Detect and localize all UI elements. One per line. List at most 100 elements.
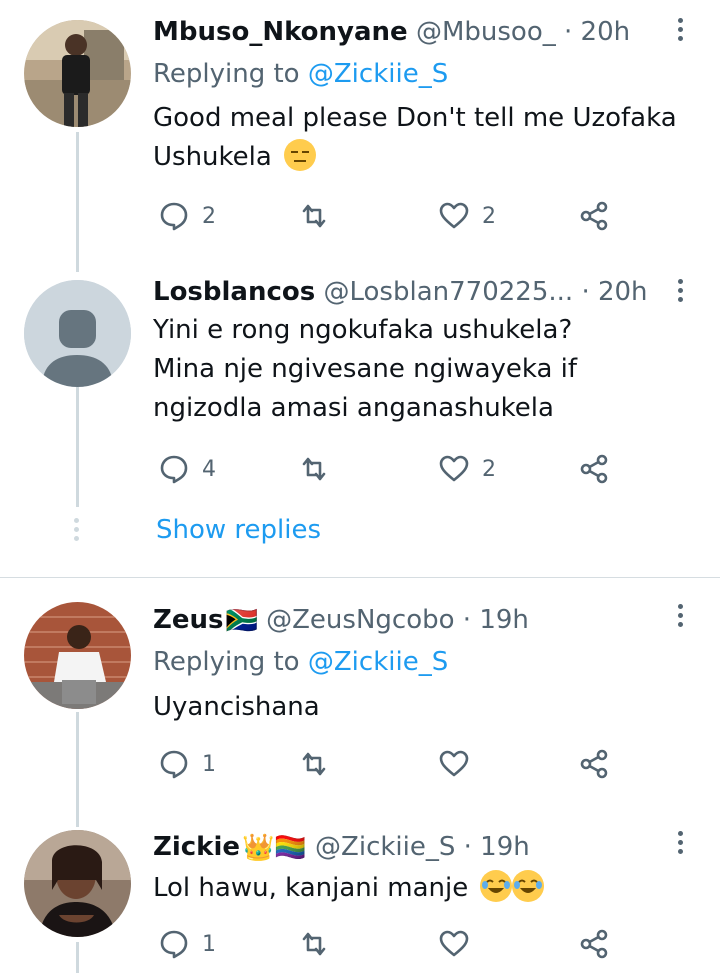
reply-button[interactable]: 1 [158,924,216,964]
reply-count: 2 [202,203,216,229]
retweet-icon [302,752,326,776]
tweet-text-line: Yini e rong ngokufaka ushukela? [153,315,573,345]
separator-dot: · [462,605,472,635]
tweet-actions: 2 2 [150,196,630,236]
reply-count: 1 [202,931,216,957]
reply-icon [160,455,188,484]
share-icon [580,749,608,779]
crown-rainbow-flag-icon: 👑🏳️‍🌈 [242,832,307,863]
separator-dot: · [564,17,573,47]
tweet-text-line: ngizodla amasi anganashukela [153,393,554,423]
reply-button[interactable]: 1 [158,744,216,784]
separator-dot: · [463,832,472,862]
tweet-header: Zeus🇿🇦 @ZeusNgcobo · 19h [153,600,660,640]
replying-to-label: Replying to [153,647,300,677]
reply-icon [160,202,188,231]
tweet-2[interactable]: Losblancos @Losblan770225... · 20h Yini … [0,265,720,575]
retweet-button[interactable] [298,744,342,784]
laughing-tears-emoji-icon [512,870,545,902]
avatar[interactable] [24,830,131,937]
tweet-actions: 1 [150,924,630,964]
avatar[interactable] [24,602,131,709]
tweet-1[interactable]: Mbuso_Nkonyane @Mbusoo_ · 20h Replying t… [0,0,720,272]
tweet-text: Yini e rong ngokufaka ushukela? Mina nje… [153,311,690,428]
timestamp[interactable]: 20h [598,277,648,307]
tweet-header: Mbuso_Nkonyane @Mbusoo_ · 20h [153,12,660,52]
like-count: 2 [482,203,496,229]
replying-to-label: Replying to [153,59,300,89]
like-button[interactable] [438,744,482,784]
like-button[interactable]: 2 [438,196,496,236]
retweet-button[interactable] [298,924,342,964]
like-button[interactable] [438,924,482,964]
thread-line [76,387,79,507]
more-options-icon[interactable] [676,279,684,309]
thread-continuation-dots [74,518,80,545]
tweet-actions: 4 2 [150,449,630,489]
tweet-text-line: Ushukela [153,142,272,172]
share-icon [580,929,608,959]
user-handle[interactable]: @ZeusNgcobo [266,605,454,635]
retweet-icon [302,204,326,228]
show-replies-link[interactable]: Show replies [156,510,321,550]
display-name[interactable]: Zeus [153,605,223,635]
tweet-4[interactable]: Zickie👑🏳️‍🌈 @Zickiie_S · 19h Lol hawu, k… [0,817,720,973]
like-button[interactable]: 2 [438,449,496,489]
display-name[interactable]: Losblancos [153,277,315,307]
like-count: 2 [482,456,496,482]
timestamp[interactable]: 20h [581,17,631,47]
user-handle[interactable]: @Losblan770225... [324,277,574,307]
reply-count: 1 [202,751,216,777]
mention-link[interactable]: @Zickiie_S [308,59,448,89]
thread-line [76,942,79,973]
share-button[interactable] [578,744,610,784]
timestamp[interactable]: 19h [480,832,530,862]
share-icon [580,454,608,484]
more-options-icon[interactable] [676,18,684,48]
tweet-text: Uyancishana [153,688,690,727]
avatar-default[interactable] [24,280,131,387]
more-options-icon[interactable] [676,831,684,861]
reply-icon [160,750,188,779]
tweet-actions: 1 [150,744,630,784]
share-button[interactable] [578,924,610,964]
tweet-header: Losblancos @Losblan770225... · 20h [153,272,660,312]
tweet-text: Lol hawu, kanjani manje [153,869,690,908]
user-handle[interactable]: @Zickiie_S [315,832,455,862]
expressionless-face-emoji-icon [284,139,317,171]
retweet-icon [302,932,326,956]
tweet-text-line: Lol hawu, kanjani manje [153,873,469,903]
mention-link[interactable]: @Zickiie_S [308,647,448,677]
replying-to: Replying to @Zickiie_S [153,642,448,682]
thread-line [76,712,79,827]
thread-divider [0,577,720,578]
heart-icon [439,455,469,482]
tweet-text-line: Mina nje ngivesane ngiwayeka if [153,354,578,384]
reply-button[interactable]: 2 [158,196,216,236]
timestamp[interactable]: 19h [479,605,529,635]
display-name[interactable]: Mbuso_Nkonyane [153,17,408,47]
laughing-tears-emoji-icon [480,870,513,902]
retweet-button[interactable] [298,196,342,236]
retweet-button[interactable] [298,449,342,489]
reply-button[interactable]: 4 [158,449,216,489]
display-name[interactable]: Zickie [153,832,240,862]
tweet-3[interactable]: Zeus🇿🇦 @ZeusNgcobo · 19h Replying to @Zi… [0,590,720,827]
heart-icon [439,750,469,777]
share-icon [580,201,608,231]
retweet-icon [302,457,326,481]
share-button[interactable] [578,449,610,489]
thread-line [76,132,79,272]
reply-icon [160,930,188,959]
replying-to: Replying to @Zickiie_S [153,54,448,94]
user-handle[interactable]: @Mbusoo_ [416,17,556,47]
reply-count: 4 [202,456,216,482]
more-options-icon[interactable] [676,604,684,634]
tweet-text-line: Uyancishana [153,692,320,722]
south-africa-flag-icon: 🇿🇦 [225,605,258,636]
separator-dot: · [581,277,590,307]
share-button[interactable] [578,196,610,236]
avatar[interactable] [24,20,131,127]
tweet-text: Good meal please Don't tell me Uzofaka U… [153,99,690,177]
heart-icon [439,202,469,229]
